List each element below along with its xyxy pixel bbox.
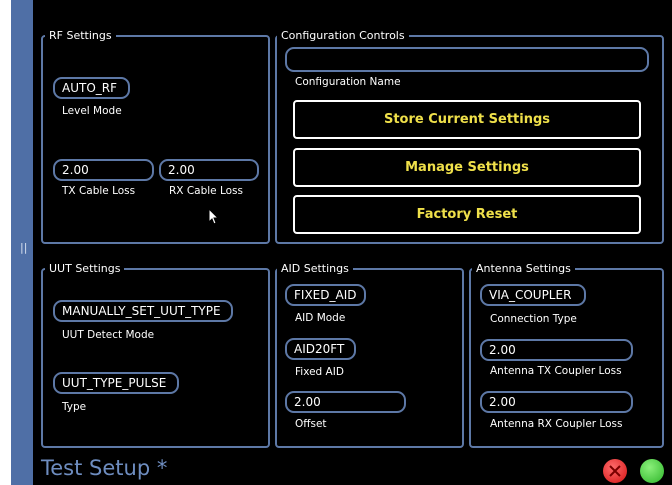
rf-settings-title: RF Settings: [45, 29, 116, 42]
antenna-tx-coupler-loss-field[interactable]: 2.00: [480, 339, 633, 361]
rf-settings-panel: RF Settings: [41, 29, 270, 244]
page-title: Test Setup *: [41, 456, 168, 480]
tx-cable-loss-field[interactable]: 2.00: [53, 159, 154, 181]
antenna-settings-title: Antenna Settings: [472, 262, 575, 275]
tx-cable-loss-label: TX Cable Loss: [62, 185, 136, 197]
ok-icon[interactable]: [640, 459, 664, 483]
aid-mode-label: AID Mode: [295, 312, 346, 324]
rx-cable-loss-label: RX Cable Loss: [169, 185, 244, 197]
fixed-aid-select[interactable]: AID20FT: [285, 338, 356, 360]
fixed-aid-label: Fixed AID: [295, 366, 344, 378]
antenna-rx-coupler-loss-field[interactable]: 2.00: [480, 391, 633, 413]
level-mode-select[interactable]: AUTO_RF: [53, 77, 130, 99]
mouse-cursor-icon: [208, 208, 220, 225]
offset-label: Offset: [295, 418, 327, 430]
aid-mode-select[interactable]: FIXED_AID: [285, 284, 366, 306]
antenna-rx-coupler-loss-label: Antenna RX Coupler Loss: [490, 418, 623, 430]
antenna-tx-coupler-loss-label: Antenna TX Coupler Loss: [490, 365, 622, 377]
offset-field[interactable]: 2.00: [285, 391, 406, 413]
sidebar-grip-icon[interactable]: ||: [20, 241, 27, 254]
configuration-name-label: Configuration Name: [295, 76, 401, 88]
close-icon[interactable]: [603, 459, 627, 483]
uut-type-label: Type: [62, 401, 87, 413]
connection-type-select[interactable]: VIA_COUPLER: [480, 284, 586, 306]
connection-type-label: Connection Type: [490, 313, 577, 325]
uut-type-select[interactable]: UUT_TYPE_PULSE: [53, 372, 179, 394]
rx-cable-loss-field[interactable]: 2.00: [159, 159, 259, 181]
aid-settings-title: AID Settings: [277, 262, 353, 275]
configuration-name-field[interactable]: [285, 47, 649, 72]
uut-settings-title: UUT Settings: [45, 262, 125, 275]
uut-detect-mode-select[interactable]: MANUALLY_SET_UUT_TYPE: [53, 300, 233, 322]
uut-settings-panel: UUT Settings: [41, 262, 270, 448]
uut-detect-mode-label: UUT Detect Mode: [62, 329, 155, 341]
store-current-settings-button[interactable]: Store Current Settings: [293, 100, 641, 139]
configuration-controls-title: Configuration Controls: [277, 29, 409, 42]
level-mode-label: Level Mode: [62, 105, 122, 117]
manage-settings-button[interactable]: Manage Settings: [293, 148, 641, 187]
factory-reset-button[interactable]: Factory Reset: [293, 195, 641, 234]
